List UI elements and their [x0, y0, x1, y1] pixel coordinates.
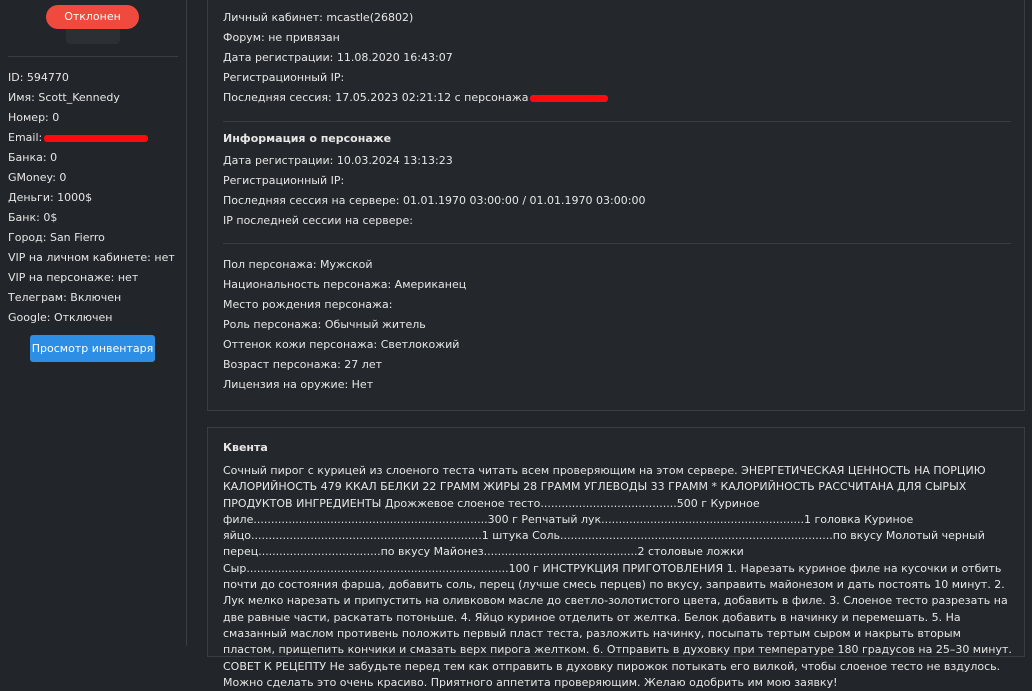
info-vip-character: VIP на персонаже: нет	[8, 271, 139, 284]
account-info-panel: Личный кабинет: mcastle(26802) Форум: не…	[207, 0, 1025, 411]
character-nationality: Национальность персонажа: Американец	[223, 278, 467, 291]
info-email: Email:	[8, 131, 43, 144]
info-email-row: Email:	[8, 128, 175, 148]
info-number: Номер: 0	[8, 111, 60, 124]
quenta-panel: Квента Сочный пирог с курицей из слоеног…	[207, 427, 1025, 689]
info-city: Город: San Fierro	[8, 231, 105, 244]
info-telegram: Телеграм: Включен	[8, 291, 122, 304]
redaction-mark	[44, 134, 149, 142]
character-age: Возраст персонажа: 27 лет	[223, 358, 383, 371]
account-reg-ip: Регистрационный IP:	[223, 71, 345, 84]
account-forum: Форум: не привязан	[223, 31, 340, 44]
redaction-mark	[530, 94, 609, 102]
info-cans: Банка: 0	[8, 151, 58, 164]
character-role: Роль персонажа: Обычный житель	[223, 318, 426, 331]
character-last-ip: IP последней сессии на сервере:	[223, 214, 413, 227]
character-license: Лицензия на оружие: Нет	[223, 378, 374, 391]
info-vip-cabinet: VIP на личном кабинете: нет	[8, 251, 175, 264]
character-skin: Оттенок кожи персонажа: Светлокожий	[223, 338, 460, 351]
account-reg-date: Дата регистрации: 11.08.2020 16:43:07	[223, 51, 453, 64]
character-reg-date: Дата регистрации: 10.03.2024 13:13:23	[223, 154, 453, 167]
sidebar-divider	[8, 56, 178, 57]
account-last-session: Последняя сессия: 17.05.2023 02:21:12 с …	[223, 91, 529, 104]
quenta-text: Сочный пирог с курицей из слоеного теста…	[223, 464, 1012, 689]
character-gender: Пол персонажа: Мужской	[223, 258, 373, 271]
section-divider	[223, 121, 1011, 122]
view-inventory-button[interactable]: Просмотр инвентаря	[30, 335, 155, 362]
status-badge: Отклонен	[46, 5, 139, 29]
info-name: Имя: Scott_Kennedy	[8, 91, 120, 104]
info-bank: Банк: 0$	[8, 211, 58, 224]
info-money: Деньги: 1000$	[8, 191, 93, 204]
info-id: ID: 594770	[8, 71, 69, 84]
quenta-heading: Квента	[223, 441, 268, 454]
character-birthplace: Место рождения персонажа:	[223, 298, 393, 311]
section-divider	[223, 243, 1011, 244]
account-cabinet: Личный кабинет: mcastle(26802)	[223, 11, 414, 24]
user-info-list: ID: 594770 Имя: Scott_Kennedy Номер: 0 E…	[8, 68, 175, 328]
status-area: Отклонен	[0, 0, 186, 44]
character-reg-ip: Регистрационный IP:	[223, 174, 345, 187]
character-last-session: Последняя сессия на сервере: 01.01.1970 …	[223, 194, 646, 207]
sidebar: Отклонен ID: 594770 Имя: Scott_Kennedy Н…	[0, 0, 187, 646]
character-heading: Информация о персонаже	[223, 132, 392, 145]
account-last-session-row: Последняя сессия: 17.05.2023 02:21:12 с …	[223, 88, 609, 108]
info-google: Google: Отключен	[8, 311, 113, 324]
info-gmoney: GMoney: 0	[8, 171, 67, 184]
